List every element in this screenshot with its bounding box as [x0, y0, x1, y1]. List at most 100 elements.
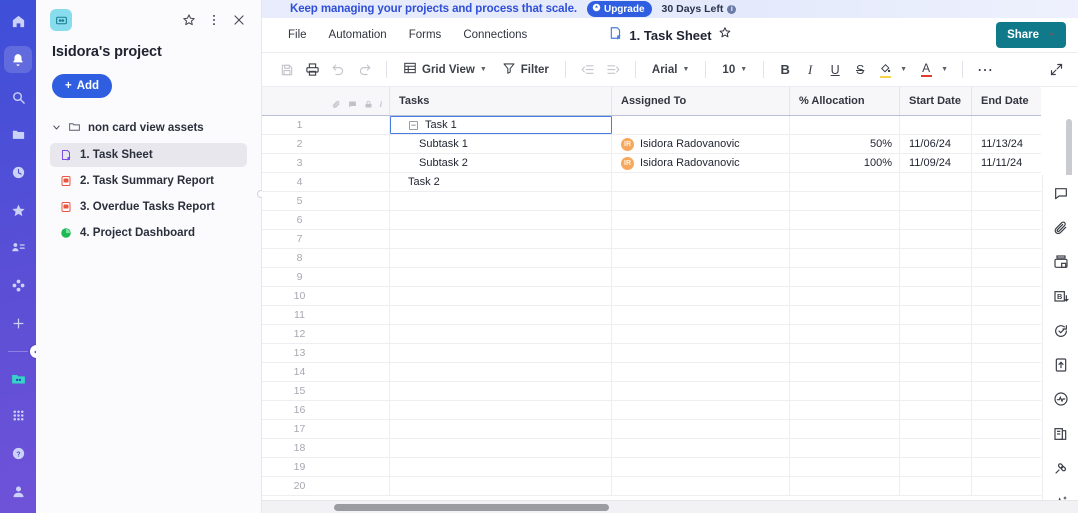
- spreadsheet-grid[interactable]: i Tasks Assigned To % Allocation Start D…: [262, 87, 1078, 513]
- print-icon[interactable]: [301, 59, 324, 81]
- search-icon[interactable]: [4, 83, 32, 111]
- folder-icon[interactable]: [4, 121, 32, 149]
- cell-start-date[interactable]: [900, 363, 972, 381]
- cell-allocation[interactable]: [790, 401, 900, 419]
- row-number[interactable]: 16: [262, 401, 390, 419]
- kebab-menu-icon[interactable]: [206, 12, 222, 28]
- row-number[interactable]: 17: [262, 420, 390, 438]
- proof-icon[interactable]: [1050, 252, 1072, 273]
- star-icon[interactable]: [4, 196, 32, 224]
- menu-item-file[interactable]: File: [288, 29, 307, 41]
- cell-task[interactable]: [390, 287, 612, 305]
- cell-assigned-to[interactable]: IR Isidora Radovanovic: [612, 135, 790, 153]
- column-header-tasks[interactable]: Tasks: [390, 87, 612, 115]
- cell-allocation[interactable]: [790, 230, 900, 248]
- cell-assigned-to[interactable]: [612, 401, 790, 419]
- cell-allocation[interactable]: [790, 268, 900, 286]
- collapse-toggle-icon[interactable]: −: [409, 120, 418, 130]
- cell-end-date[interactable]: 11/11/24: [972, 154, 1041, 172]
- row-number[interactable]: 5: [262, 192, 390, 210]
- cell-assigned-to[interactable]: IR Isidora Radovanovic: [612, 154, 790, 172]
- cell-start-date[interactable]: [900, 382, 972, 400]
- font-size-select[interactable]: 10 ▼: [716, 59, 753, 81]
- menu-item-connections[interactable]: Connections: [463, 29, 527, 41]
- cell-start-date[interactable]: [900, 287, 972, 305]
- cell-assigned-to[interactable]: [612, 439, 790, 457]
- sidebar-item-overdue-tasks-report[interactable]: 3. Overdue Tasks Report: [50, 195, 247, 219]
- cell-allocation[interactable]: [790, 477, 900, 495]
- table-row[interactable]: 1− Task 1: [262, 116, 1041, 135]
- column-header-assigned-to[interactable]: Assigned To: [612, 87, 790, 115]
- bold-button[interactable]: B: [774, 59, 796, 81]
- column-header-start-date[interactable]: Start Date: [900, 87, 972, 115]
- cell-start-date[interactable]: [900, 230, 972, 248]
- table-row[interactable]: 14: [262, 363, 1041, 382]
- cell-start-date[interactable]: [900, 477, 972, 495]
- horizontal-scrollbar[interactable]: [262, 500, 1078, 513]
- cell-allocation[interactable]: [790, 211, 900, 229]
- summary-icon[interactable]: [1050, 423, 1072, 444]
- cell-end-date[interactable]: [972, 211, 1041, 229]
- cell-assigned-to[interactable]: [612, 477, 790, 495]
- cell-start-date[interactable]: [900, 306, 972, 324]
- table-row[interactable]: 12: [262, 325, 1041, 344]
- conversation-icon[interactable]: [1050, 183, 1072, 204]
- cell-end-date[interactable]: [972, 477, 1041, 495]
- cell-task[interactable]: Subtask 1: [390, 135, 612, 153]
- cell-start-date[interactable]: 11/09/24: [900, 154, 972, 172]
- account-avatar-icon[interactable]: [4, 477, 32, 505]
- cell-task[interactable]: Task 2: [390, 173, 612, 191]
- save-icon[interactable]: [276, 59, 298, 81]
- comment-icon[interactable]: [348, 100, 357, 112]
- table-row[interactable]: 9: [262, 268, 1041, 287]
- horizontal-scrollbar-thumb[interactable]: [334, 504, 609, 511]
- cell-start-date[interactable]: [900, 268, 972, 286]
- clock-icon[interactable]: [4, 159, 32, 187]
- connections-icon[interactable]: [1050, 457, 1072, 478]
- cell-start-date[interactable]: [900, 249, 972, 267]
- redo-icon[interactable]: [353, 59, 376, 81]
- row-number[interactable]: 2: [262, 135, 390, 153]
- cell-end-date[interactable]: [972, 287, 1041, 305]
- cell-end-date[interactable]: [972, 401, 1041, 419]
- cell-end-date[interactable]: [972, 420, 1041, 438]
- table-row[interactable]: 8: [262, 249, 1041, 268]
- cell-allocation[interactable]: [790, 458, 900, 476]
- cell-start-date[interactable]: [900, 439, 972, 457]
- row-number[interactable]: 8: [262, 249, 390, 267]
- cell-end-date[interactable]: [972, 344, 1041, 362]
- close-icon[interactable]: [231, 12, 247, 28]
- chevron-down-icon[interactable]: [52, 123, 61, 134]
- plus-icon[interactable]: [4, 310, 32, 338]
- table-row[interactable]: 10: [262, 287, 1041, 306]
- cell-assigned-to[interactable]: [612, 116, 790, 134]
- lock-icon[interactable]: [364, 100, 373, 112]
- cell-task[interactable]: [390, 363, 612, 381]
- more-options-button[interactable]: ⋯: [973, 59, 998, 81]
- cell-task[interactable]: [390, 439, 612, 457]
- cell-assigned-to[interactable]: [612, 420, 790, 438]
- row-number[interactable]: 3: [262, 154, 390, 172]
- cell-start-date[interactable]: [900, 116, 972, 134]
- cell-allocation[interactable]: [790, 249, 900, 267]
- cell-start-date[interactable]: 11/06/24: [900, 135, 972, 153]
- cell-assigned-to[interactable]: [612, 344, 790, 362]
- cell-allocation[interactable]: [790, 306, 900, 324]
- cell-task[interactable]: [390, 344, 612, 362]
- cell-end-date[interactable]: [972, 325, 1041, 343]
- table-row[interactable]: 20: [262, 477, 1041, 496]
- help-icon[interactable]: ?: [4, 440, 32, 468]
- upgrade-button[interactable]: Upgrade: [586, 1, 652, 17]
- cell-assigned-to[interactable]: [612, 230, 790, 248]
- cell-start-date[interactable]: [900, 344, 972, 362]
- column-header-allocation[interactable]: % Allocation: [790, 87, 900, 115]
- row-number[interactable]: 13: [262, 344, 390, 362]
- info-icon[interactable]: i: [380, 100, 382, 112]
- cell-allocation[interactable]: [790, 173, 900, 191]
- sidebar-item-project-dashboard[interactable]: 4. Project Dashboard: [50, 221, 247, 245]
- cell-end-date[interactable]: [972, 173, 1041, 191]
- cell-allocation[interactable]: [790, 382, 900, 400]
- chevron-down-icon[interactable]: ▼: [941, 66, 948, 73]
- cell-end-date[interactable]: [972, 458, 1041, 476]
- star-outline-icon[interactable]: [719, 26, 732, 44]
